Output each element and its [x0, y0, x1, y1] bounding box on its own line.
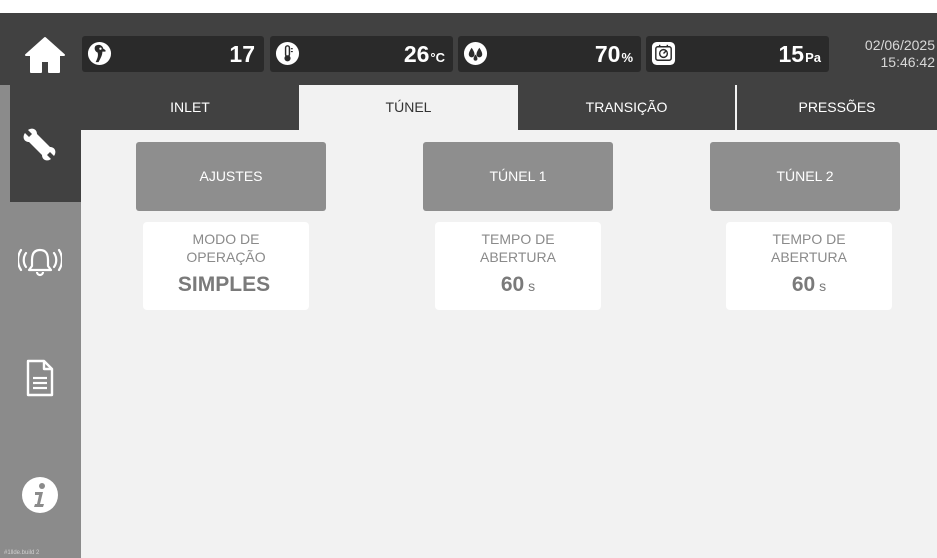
bird-count-value: 17: [229, 41, 255, 67]
bird-head-icon: [87, 41, 112, 66]
pressure-box: 15Pa: [646, 36, 829, 72]
card-title-line2: ABERTURA: [480, 249, 556, 265]
pressure-gauge-icon: [651, 41, 676, 66]
card-title-line1: TEMPO DE: [481, 231, 555, 247]
main-panel: INLET TÚNEL TRANSIÇÃO PRESSÕES AJUSTES M…: [81, 85, 937, 558]
tab-transicao[interactable]: TRANSIÇÃO: [518, 85, 735, 130]
sidebar-item-info[interactable]: [10, 436, 81, 553]
date-time: 02/06/2025 15:46:42: [845, 37, 937, 71]
document-icon: [26, 359, 53, 396]
operation-mode-card[interactable]: MODO DE OPERAÇÃO SIMPLES: [143, 222, 309, 310]
pressure-value: 15Pa: [778, 41, 822, 67]
time-text: 15:46:42: [880, 54, 936, 70]
tab-pressoes[interactable]: PRESSÕES: [737, 85, 937, 130]
thermometer-icon: [275, 41, 300, 66]
home-icon: [25, 37, 65, 73]
card-title-line1: TEMPO DE: [772, 231, 846, 247]
card-title: TEMPO DE ABERTURA: [726, 222, 892, 266]
temperature-value: 26°C: [403, 41, 445, 67]
card-title-line2: OPERAÇÃO: [186, 249, 266, 265]
card-title-line2: ABERTURA: [771, 249, 847, 265]
tunel-2-opening-time-value: 60 s: [791, 273, 827, 296]
date-text: 02/06/2025: [864, 37, 935, 53]
humidity-value: 70%: [594, 41, 633, 67]
tunel-1-button[interactable]: TÚNEL 1: [423, 142, 613, 211]
tab-inlet[interactable]: INLET: [81, 85, 299, 130]
sidebar-item-reports[interactable]: [10, 319, 81, 436]
sidebar-item-alarms[interactable]: [10, 202, 81, 319]
alarm-bell-icon: [17, 248, 62, 276]
tunel-2-button[interactable]: TÚNEL 2: [710, 142, 900, 211]
card-title-line1: MODO DE: [192, 231, 260, 247]
tab-bar: INLET TÚNEL TRANSIÇÃO PRESSÕES: [81, 85, 937, 130]
status-bar: 17 26°C 70% 15Pa 02/06/2025 15:46:42: [0, 13, 937, 85]
card-title: MODO DE OPERAÇÃO: [143, 222, 309, 266]
build-label: #1llde.build 2: [4, 550, 40, 556]
tunel-1-opening-time-value: 60 s: [500, 273, 536, 296]
tab-tunel[interactable]: TÚNEL: [299, 85, 518, 130]
humidity-box: 70%: [458, 36, 641, 72]
water-drops-icon: [463, 41, 488, 66]
temperature-box: 26°C: [270, 36, 453, 72]
ajustes-button[interactable]: AJUSTES: [136, 142, 326, 211]
bird-count-box: 17: [82, 36, 264, 72]
info-icon: [21, 476, 58, 513]
tunel-1-opening-time-card[interactable]: TEMPO DE ABERTURA 60 s: [435, 222, 601, 310]
wrench-icon: [23, 128, 55, 160]
sidebar: [0, 85, 81, 558]
card-title: TEMPO DE ABERTURA: [435, 222, 601, 266]
tunel-2-opening-time-card[interactable]: TEMPO DE ABERTURA 60 s: [726, 222, 892, 310]
sidebar-item-settings[interactable]: [10, 85, 81, 202]
operation-mode-value: SIMPLES: [177, 273, 271, 296]
home-button[interactable]: [24, 36, 66, 74]
